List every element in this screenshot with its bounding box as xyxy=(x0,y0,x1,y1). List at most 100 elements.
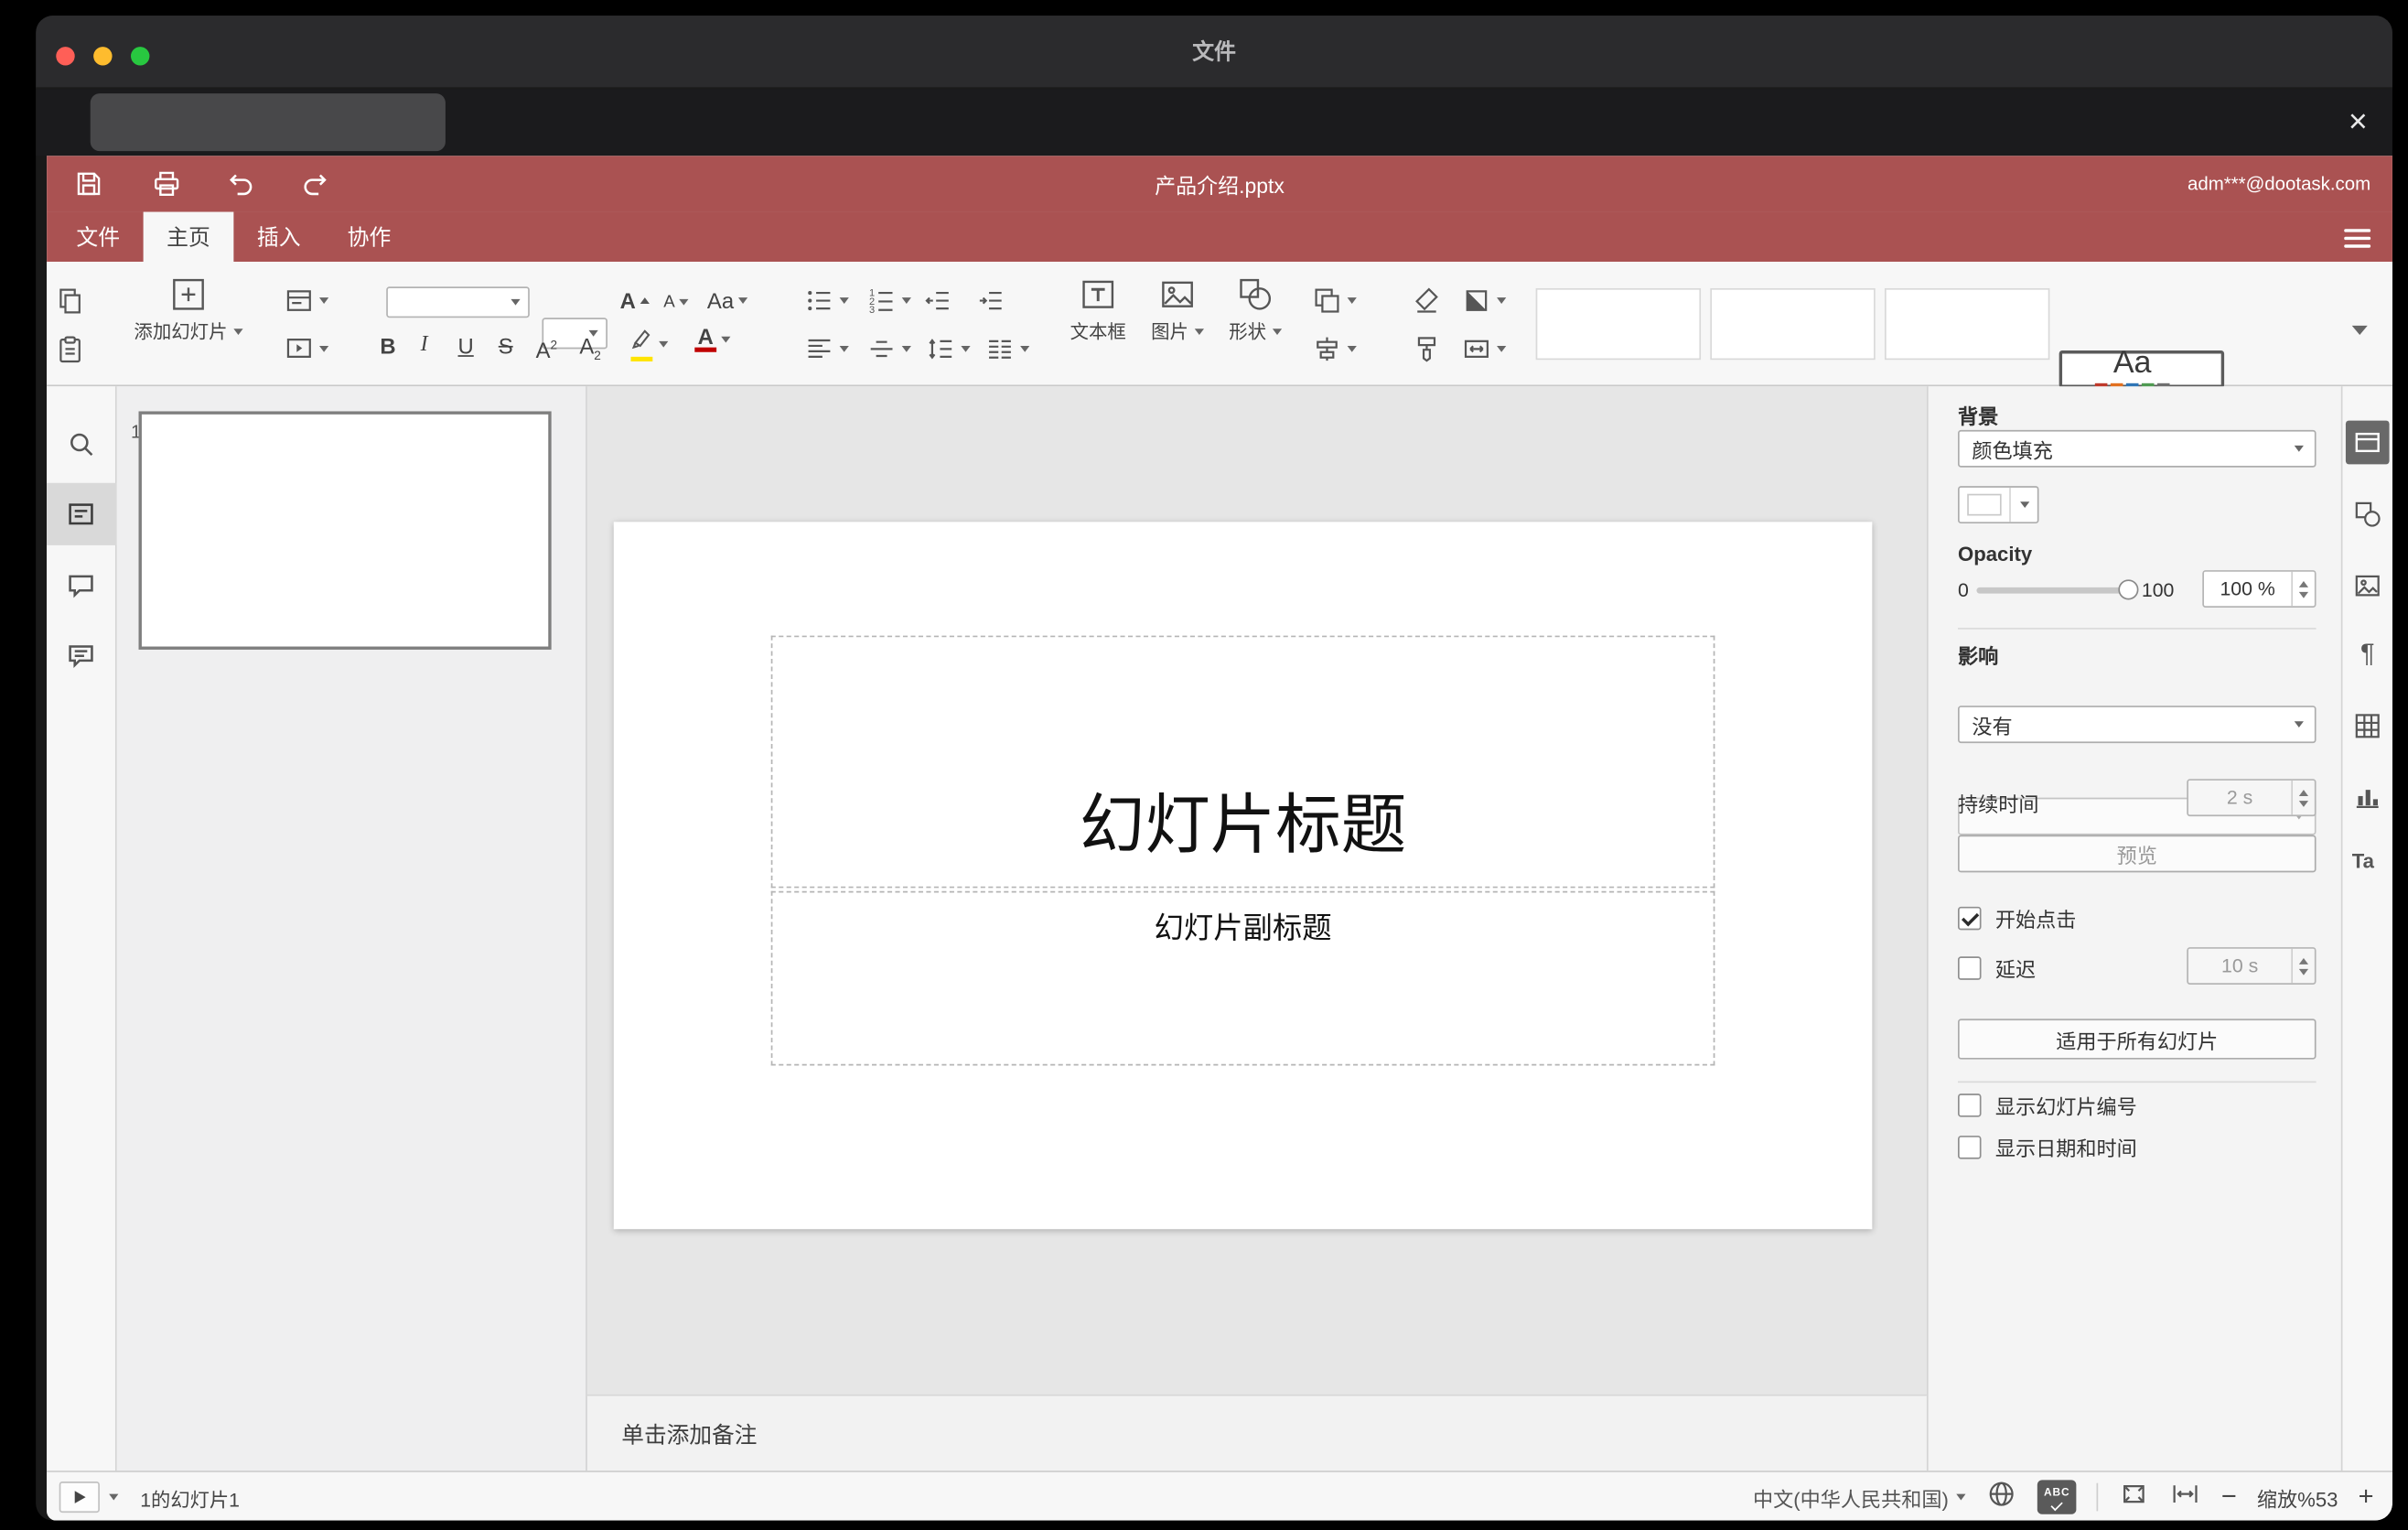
subscript-button[interactable]: A2 xyxy=(579,330,600,372)
paste-button[interactable] xyxy=(55,333,86,364)
delay-checkbox[interactable] xyxy=(1957,956,1982,980)
increase-indent-button[interactable] xyxy=(975,286,1006,317)
chat-button[interactable] xyxy=(66,641,97,672)
theme-preview-2[interactable] xyxy=(1710,287,1876,361)
line-spacing-button[interactable] xyxy=(925,333,971,364)
columns-button[interactable] xyxy=(984,333,1030,364)
color-scheme-button[interactable] xyxy=(1461,286,1507,317)
preview-button[interactable]: 预览 xyxy=(1957,835,2317,873)
search-button[interactable] xyxy=(66,428,97,459)
save-button[interactable] xyxy=(73,168,104,199)
slide[interactable]: 幻灯片标题 幻灯片副标题 xyxy=(613,522,1873,1230)
arrange-shape-button[interactable] xyxy=(1311,286,1357,317)
redo-button[interactable] xyxy=(299,168,330,199)
textart-settings-tab[interactable]: Ta xyxy=(2352,849,2383,880)
highlighter-icon xyxy=(631,329,650,350)
opacity-value-field[interactable]: 100 % xyxy=(2202,570,2317,608)
apply-to-all-button[interactable]: 适用于所有幻灯片 xyxy=(1957,1018,2317,1060)
show-datetime-checkbox[interactable] xyxy=(1957,1136,1982,1159)
canvas-column: 幻灯片标题 幻灯片副标题 单击添加备注 xyxy=(586,386,1927,1471)
horizontal-align-button[interactable] xyxy=(803,333,849,364)
opacity-spinner[interactable] xyxy=(2291,571,2315,607)
theme-preview-1[interactable] xyxy=(1535,287,1702,361)
add-slide-button[interactable]: 添加幻灯片 xyxy=(95,275,282,345)
theme-preview-3[interactable] xyxy=(1884,287,2050,361)
subtitle-placeholder[interactable]: 幻灯片副标题 xyxy=(770,890,1715,1066)
align-shape-button[interactable] xyxy=(1311,333,1357,364)
set-language-button[interactable] xyxy=(1986,1478,2017,1517)
copy-style-button[interactable] xyxy=(1411,333,1442,364)
delay-field[interactable]: 10 s xyxy=(2187,947,2317,985)
tab-home[interactable]: 主页 xyxy=(143,211,234,263)
add-slide-label: 添加幻灯片 xyxy=(134,320,228,343)
slide-canvas[interactable]: 幻灯片标题 幻灯片副标题 xyxy=(586,386,1927,1395)
clear-style-button[interactable] xyxy=(1411,286,1442,317)
title-placeholder[interactable]: 幻灯片标题 xyxy=(770,635,1715,889)
slide-size-button[interactable] xyxy=(1461,333,1507,364)
zoom-out-button[interactable]: − xyxy=(2221,1482,2237,1513)
insert-shape-button[interactable]: 形状 xyxy=(1213,275,1297,345)
font-color-button[interactable]: A xyxy=(694,326,731,352)
slide-settings-tab[interactable] xyxy=(2345,420,2390,465)
paragraph-settings-tab[interactable]: ¶ xyxy=(2352,639,2383,670)
slides-panel-button[interactable] xyxy=(66,499,97,530)
superscript-button[interactable]: A2 xyxy=(536,330,557,366)
opacity-slider-track[interactable] xyxy=(1976,587,2136,594)
undo-button[interactable] xyxy=(226,168,257,199)
notes-placeholder: 单击添加备注 xyxy=(621,1423,758,1449)
print-button[interactable] xyxy=(151,168,182,199)
start-preview-button[interactable] xyxy=(59,1482,100,1514)
start-on-click-label: 开始点击 xyxy=(1994,908,2077,932)
image-settings-tab[interactable] xyxy=(2352,570,2383,601)
copy-button[interactable] xyxy=(55,286,86,317)
theme-preview-selected[interactable]: Aa xyxy=(2059,346,2225,393)
spellcheck-toggle[interactable]: ABC xyxy=(2037,1480,2077,1514)
show-slide-number-checkbox[interactable] xyxy=(1957,1094,1982,1117)
strikethrough-button[interactable]: S xyxy=(499,330,513,361)
decrease-indent-button[interactable] xyxy=(922,286,953,317)
preview-caret-icon[interactable] xyxy=(109,1493,119,1501)
status-left: 1的幻灯片1 xyxy=(59,1472,240,1521)
theme-gallery-expand-button[interactable] xyxy=(2351,315,2368,343)
duration-spinner[interactable] xyxy=(2291,780,2315,815)
menu-hamburger-icon[interactable] xyxy=(2344,224,2371,253)
slide-layout-button[interactable] xyxy=(284,286,329,317)
table-settings-tab[interactable] xyxy=(2352,710,2383,741)
close-icon[interactable]: × xyxy=(2349,89,2368,156)
increase-font-button[interactable]: A xyxy=(620,286,650,317)
underline-button[interactable]: U xyxy=(458,330,474,361)
tab-insert[interactable]: 插入 xyxy=(233,212,324,262)
effect-select[interactable]: 没有 xyxy=(1957,706,2317,744)
bullets-button[interactable] xyxy=(803,286,849,317)
notes-area[interactable]: 单击添加备注 xyxy=(586,1394,1927,1471)
zoom-in-button[interactable]: + xyxy=(2359,1482,2374,1513)
highlight-color-button[interactable] xyxy=(629,328,669,361)
insert-image-button[interactable]: 图片 xyxy=(1135,275,1220,345)
numbering-button[interactable]: 123 xyxy=(866,286,911,317)
vertical-align-button[interactable] xyxy=(866,333,911,364)
start-slideshow-button[interactable] xyxy=(284,333,329,364)
italic-button[interactable]: I xyxy=(421,330,428,361)
background-fill-select[interactable]: 颜色填充 xyxy=(1957,429,2317,468)
insert-textbox-button[interactable]: 文本框 xyxy=(1051,275,1145,345)
opacity-slider-knob[interactable] xyxy=(2118,579,2139,600)
fit-to-slide-button[interactable] xyxy=(2119,1478,2150,1517)
delay-spinner[interactable] xyxy=(2291,948,2315,984)
change-case-button[interactable]: Aa xyxy=(707,286,748,317)
tab-collaboration[interactable]: 协作 xyxy=(324,212,414,262)
slide-thumbnail[interactable] xyxy=(138,411,552,650)
tab-file[interactable]: 文件 xyxy=(53,212,144,262)
shape-settings-tab[interactable] xyxy=(2352,499,2383,530)
duration-field[interactable]: 2 s xyxy=(2187,779,2317,817)
bold-button[interactable]: B xyxy=(380,330,395,361)
show-datetime-label: 显示日期和时间 xyxy=(1994,1137,2137,1161)
start-on-click-checkbox[interactable] xyxy=(1957,906,1982,931)
background-color-select[interactable] xyxy=(1957,486,2039,524)
fit-to-width-button[interactable] xyxy=(2170,1478,2201,1517)
comments-button[interactable] xyxy=(66,570,97,601)
decrease-font-button[interactable]: A xyxy=(663,286,690,318)
language-button[interactable]: 中文(中华人民共和国) xyxy=(1753,1482,1966,1512)
editor-body: 1 幻灯片标题 幻灯片副标题 单击添加备注 背景 颜色填充 Opacity 0 … xyxy=(47,386,2392,1471)
font-name-select[interactable] xyxy=(386,286,530,318)
chart-settings-tab[interactable] xyxy=(2352,781,2383,812)
